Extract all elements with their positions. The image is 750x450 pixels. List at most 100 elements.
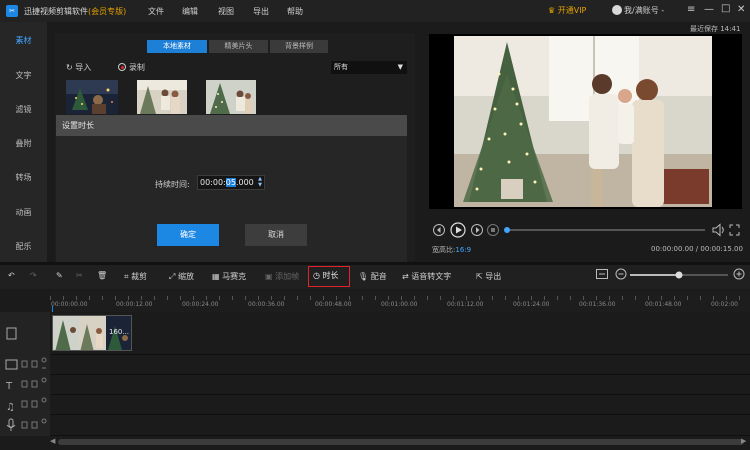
playback-progress-handle[interactable] [504,227,510,233]
last-save-status: 最近保存 14:41 [690,25,741,33]
export-button[interactable]: ⇱ 导出 [476,271,501,282]
mosaic-button[interactable]: ▦ 马赛克 [212,271,246,282]
voice-track[interactable] [0,415,750,436]
scroll-left-icon[interactable]: ◀ [50,437,55,445]
speech-to-text-button[interactable]: ⇄ 语音转文字 [402,271,451,282]
zoom-out-icon[interactable] [615,268,627,280]
vip-edition-tag: (会员专版) [88,7,127,16]
export-icon: ⇱ [476,272,483,281]
account-button[interactable]: 我/满账号 - [612,5,664,16]
volume-icon[interactable] [712,223,724,237]
split-icon[interactable]: ✂ [76,271,83,280]
tab-background-samples[interactable]: 背景样例 [270,40,328,53]
music-track[interactable]: ♫ [0,395,750,415]
scroll-right-icon[interactable]: ▶ [741,437,746,445]
menu-export[interactable]: 导出 [253,6,269,17]
stop-icon[interactable] [487,224,499,236]
minimize-icon[interactable]: — [704,4,714,16]
ruler-tick-label: 00:01:24.00 [513,301,550,308]
zoom-button[interactable]: ⤢ 缩放 [169,271,194,282]
sidebar-item-filters[interactable]: 滤镜 [0,104,47,115]
menu-view[interactable]: 视图 [218,6,234,17]
freeze-frame-button[interactable]: ▣ 添加帧 [265,271,299,282]
play-icon[interactable] [450,222,466,238]
media-filter-select[interactable]: 所有 ▼ [331,61,407,74]
menu-hamburger-icon[interactable]: ≡ [687,4,695,16]
ruler-tick-label: 00:00:36.00 [248,301,285,308]
sidebar-item-transitions[interactable]: 转场 [0,172,47,183]
app-title: 迅捷视频剪辑软件(会员专版) [24,7,127,16]
media-thumbnail-christmas-room[interactable] [66,80,118,114]
open-vip-button[interactable]: ♛ 开通VIP [548,5,586,16]
prev-frame-icon[interactable] [433,224,445,236]
menu-help[interactable]: 帮助 [287,6,303,17]
chevron-down-icon: ▼ [397,63,403,71]
tab-local-media[interactable]: 本地素材 [147,40,207,53]
timeline-zoom-slider[interactable] [630,270,730,280]
text-track[interactable]: T [0,375,750,395]
duration-input[interactable]: 00:00:05.000 ▲ ▼ [197,175,265,190]
avatar [612,5,622,15]
ruler-tick-label: 00:00:12.00 [116,301,153,308]
import-button[interactable]: ↻ 导入 [66,63,91,72]
sidebar-item-overlays[interactable]: 叠附 [0,138,47,149]
maximize-icon[interactable]: □ [721,3,730,15]
ruler-ticks [50,296,750,300]
tab-intro-templates[interactable]: 精美片头 [209,40,268,53]
delete-icon[interactable]: 🗑 [97,271,107,280]
media-thumbnail-christmas-tree[interactable] [206,80,256,114]
menu-edit[interactable]: 编辑 [182,6,198,17]
playback-track[interactable] [505,229,705,231]
ruler-tick-label: 00:01:36.00 [579,301,616,308]
sidebar-item-music[interactable]: 配乐 [0,241,47,252]
svg-text:♫: ♫ [6,402,15,413]
sidebar-item-animation[interactable]: 动画 [0,207,47,218]
player-controls [429,221,742,239]
zoom-in-icon[interactable] [733,268,745,280]
confirm-button[interactable]: 确定 [157,224,219,246]
clock-icon: ◷ [313,271,320,280]
pip-track[interactable] [0,355,750,375]
speech-to-text-icon: ⇄ [402,272,409,281]
ruler-tick-label: 00:02:00 [711,301,738,308]
ruler-tick-label: 00:01:48.00 [645,301,682,308]
text-track-header: T [0,375,50,395]
sidebar-item-text[interactable]: 文字 [0,70,47,81]
record-button[interactable]: 录制 [118,63,145,72]
sidebar-item-media[interactable]: 素材 [0,35,47,46]
zoom-icon: ⤢ [169,272,176,281]
mosaic-icon: ▦ [212,272,220,281]
fit-timeline-icon[interactable] [596,269,608,279]
duration-stepper[interactable]: ▲ ▼ [258,176,262,188]
duration-button[interactable]: ◷ 时长 [308,266,350,287]
preview-frame [429,34,742,209]
cancel-button[interactable]: 取消 [245,224,307,246]
close-icon[interactable]: ✕ [737,4,745,16]
freeze-frame-icon: ▣ [265,272,273,281]
edit-icon[interactable]: ✎ [56,271,63,280]
refresh-icon: ↻ [66,63,73,72]
aspect-ratio[interactable]: 宽高比:16:9 [432,245,471,255]
video-preview [429,34,742,209]
set-duration-dialog [56,136,407,262]
stepper-down-icon[interactable]: ▼ [258,182,262,188]
menu-file[interactable]: 文件 [148,6,164,17]
crown-icon: ♛ [548,6,556,15]
ruler-tick-label: 00:00:00.00 [51,301,88,308]
microphone-icon: 🎙 [358,272,369,281]
set-duration-dialog-title: 设置时长 [56,115,407,136]
sidebar: 素材 文字 滤镜 叠附 转场 动画 配乐 [0,22,47,262]
clip-label: 160... [109,328,130,336]
music-track-header: ♫ [0,395,50,415]
voice-track-header [0,415,50,436]
timeline-scrollbar[interactable] [58,439,744,445]
undo-icon[interactable]: ↶ [8,271,15,280]
crop-button[interactable]: ⌗ 裁剪 [124,271,147,282]
next-frame-icon[interactable] [471,224,483,236]
fullscreen-icon[interactable] [729,224,740,236]
import-row: ↻ 导入 录制 [66,62,145,73]
media-thumbnail-family-portrait[interactable] [137,80,187,114]
ruler-tick-label: 00:01:00.00 [381,301,418,308]
redo-icon[interactable]: ↷ [30,271,37,280]
voiceover-button[interactable]: 🎙 配音 [358,271,387,282]
